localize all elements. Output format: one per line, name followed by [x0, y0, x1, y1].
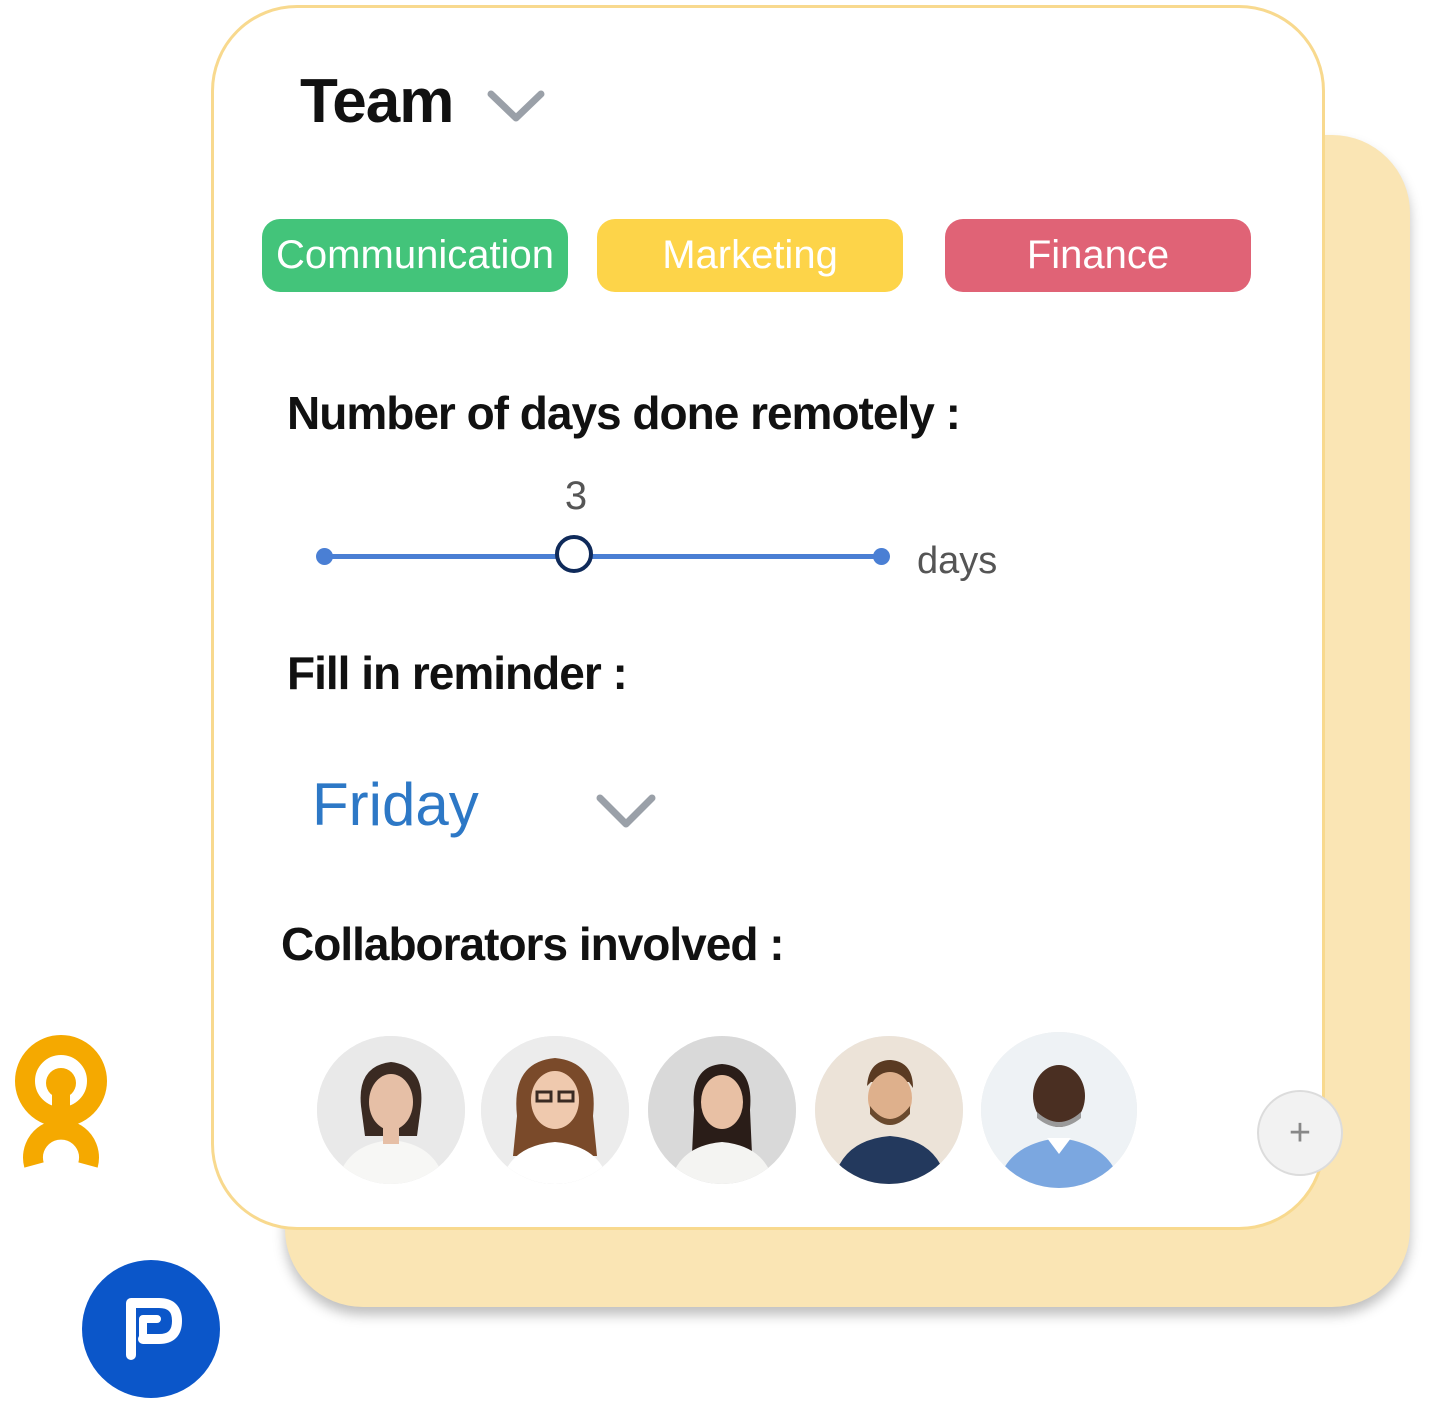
avatar-woman-glasses[interactable] [481, 1036, 629, 1184]
reminder-label: Fill in reminder : [287, 647, 628, 699]
tag-finance[interactable]: Finance [945, 219, 1251, 292]
chevron-down-icon[interactable] [596, 792, 656, 830]
slider-max-dot [873, 548, 890, 565]
team-settings-card: Team Communication Marketing Finance Num… [211, 5, 1343, 1230]
orange-ring-logo [15, 1035, 107, 1168]
collaborators-label: Collaborators involved : [281, 918, 785, 970]
slider-min-dot [316, 548, 333, 565]
slider-thumb[interactable] [555, 535, 593, 573]
slider-track [324, 554, 884, 559]
collaborator-avatars: + [317, 1032, 1343, 1202]
tag-marketing[interactable]: Marketing [597, 219, 903, 292]
avatar-woman-dark-hair[interactable] [317, 1036, 465, 1184]
avatar-woman-long-hair[interactable] [648, 1036, 796, 1184]
reminder-day-select[interactable]: Friday [312, 770, 672, 850]
team-title: Team [300, 67, 454, 136]
category-tags: Communication Marketing Finance [262, 219, 1254, 293]
slider-unit-label: days [917, 540, 998, 582]
avatar-man-beard[interactable] [815, 1036, 963, 1184]
slider-value-readout: 3 [564, 474, 588, 518]
tag-communication[interactable]: Communication [262, 219, 568, 292]
blue-p-logo [82, 1260, 220, 1398]
chevron-down-icon[interactable] [487, 88, 545, 124]
avatar-man-blue-shirt[interactable] [981, 1032, 1137, 1188]
team-selector[interactable]: Team [300, 66, 545, 137]
remote-days-slider[interactable] [316, 528, 896, 588]
remote-days-label: Number of days done remotely : [287, 387, 961, 439]
add-collaborator-button[interactable]: + [1257, 1090, 1343, 1176]
reminder-day-value: Friday [312, 771, 479, 838]
